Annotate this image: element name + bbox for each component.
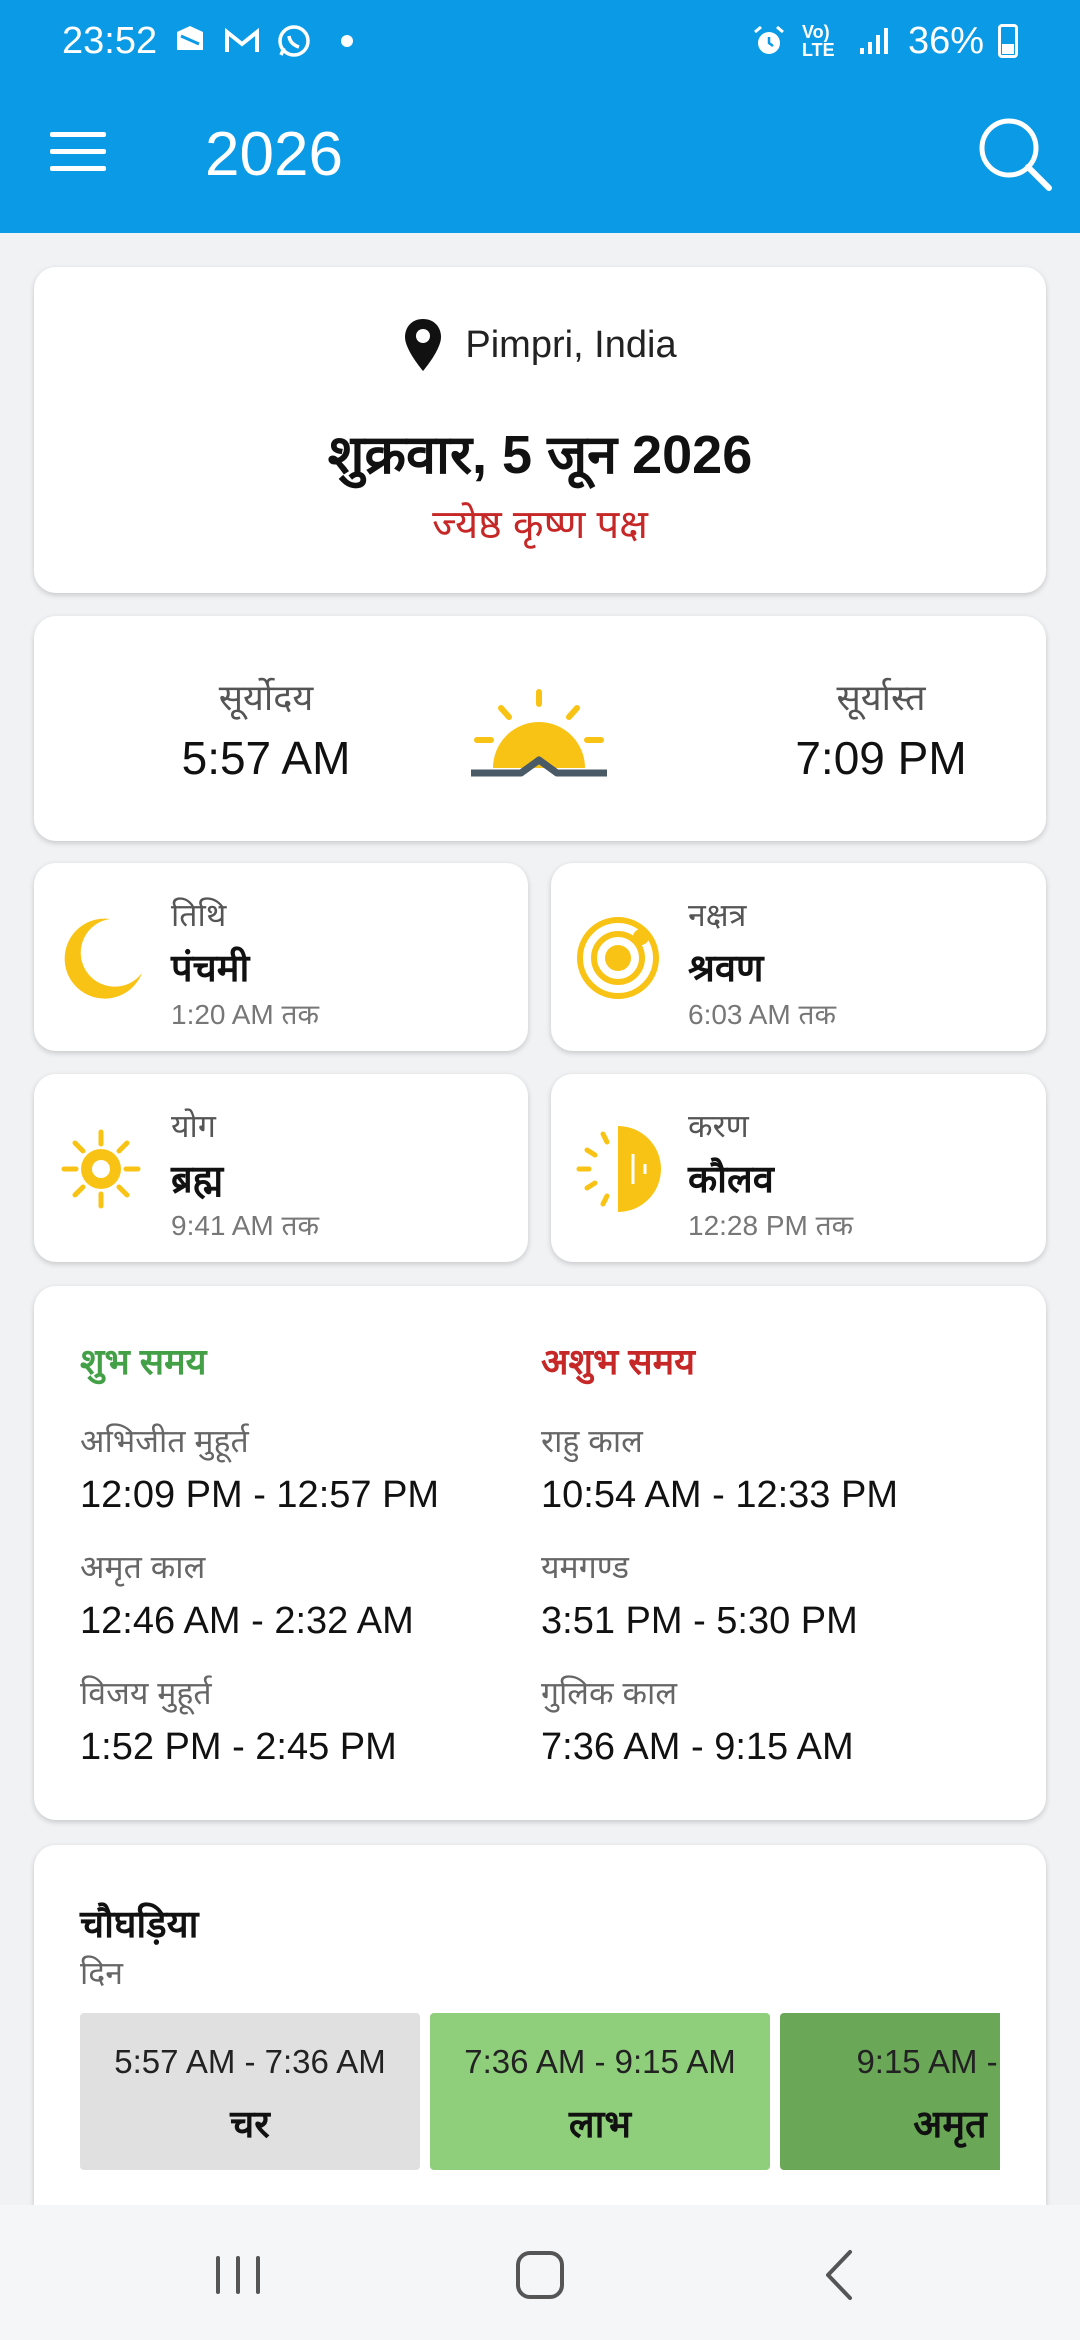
ashubh-item: राहु काल 10:54 AM - 12:33 PM [541, 1419, 981, 1517]
status-time: 23:52 [62, 19, 158, 62]
sunset-block: सूर्यास्त 7:09 PM [731, 672, 1031, 785]
ashubh-title: अशुभ समय [541, 1341, 696, 1382]
status-bar: 23:52 Vo) LTE 36% [0, 0, 1080, 82]
choghadiya-slot[interactable]: 9:15 AM - 10 अमृत [780, 2013, 1000, 2170]
app-title: 2026 [205, 120, 343, 189]
shubh-item-label: अमृत काल [80, 1549, 206, 1585]
choghadiya-slot-name: लाभ [568, 2104, 632, 2146]
shubh-item-time: 1:52 PM - 2:45 PM [80, 1726, 397, 1768]
shubh-title: शुभ समय [80, 1341, 207, 1382]
gmail-icon [225, 27, 260, 52]
top-bar: 23:52 Vo) LTE 36% 2026 [0, 0, 1080, 233]
ashubh-item-time: 7:36 AM - 9:15 AM [541, 1726, 854, 1768]
sunset-label: सूर्यास्त [836, 677, 926, 718]
battery-icon [998, 24, 1018, 58]
nakshatra-until: 6:03 AM तक [688, 999, 836, 1030]
choghadiya-slot-name: अमृत [913, 2104, 987, 2146]
paksha-label: ज्येष्ठ कृष्ण पक्ष [432, 503, 648, 547]
choghadiya-subtitle: दिन [80, 1955, 124, 1991]
shubh-item: विजय मुहूर्त 1:52 PM - 2:45 PM [80, 1671, 520, 1769]
yoga-until: 9:41 AM तक [171, 1210, 319, 1241]
tithi-label: तिथि [171, 897, 227, 933]
back-icon[interactable] [800, 2240, 880, 2310]
menu-icon-bar [50, 166, 106, 171]
nakshatra-value: श्रवण [688, 948, 764, 990]
ashubh-item-time: 10:54 AM - 12:33 PM [541, 1474, 898, 1516]
battery-percent: 36% [907, 19, 984, 62]
choghadiya-slot-name: चर [230, 2104, 270, 2146]
karana-value: कौलव [688, 1159, 774, 1201]
tithi-until: 1:20 AM तक [171, 999, 319, 1030]
shubh-item: अमृत काल 12:46 AM - 2:32 AM [80, 1545, 520, 1643]
search-icon[interactable] [975, 114, 1055, 194]
nakshatra-label: नक्षत्र [688, 897, 747, 933]
shubh-item-label: अभिजीत मुहूर्त [80, 1423, 249, 1459]
home-icon[interactable] [500, 2240, 580, 2310]
choghadiya-slot-time: 9:15 AM - 10 [856, 2043, 1000, 2080]
sunrise-icon [471, 689, 607, 777]
karana-label: करण [688, 1108, 749, 1144]
choghadiya-slot-time: 7:36 AM - 9:15 AM [464, 2043, 736, 2080]
app-bar: 2026 [0, 82, 1080, 233]
location-row[interactable]: Pimpri, India [34, 317, 1046, 373]
choghadiya-title: चौघड़िया [80, 1904, 199, 1946]
location-pin-icon [405, 319, 442, 371]
menu-button[interactable] [50, 132, 106, 176]
menu-icon-bar [50, 149, 106, 154]
menu-icon-bar [50, 132, 106, 137]
yoga-card[interactable]: योग ब्रह्म 9:41 AM तक [34, 1074, 528, 1262]
ashubh-column: अशुभ समय राहु काल 10:54 AM - 12:33 PM यम… [541, 1336, 981, 1797]
karana-until: 12:28 PM तक [688, 1210, 854, 1241]
sunrise-block: सूर्योदय 5:57 AM [116, 672, 416, 785]
choghadiya-slot-time: 5:57 AM - 7:36 AM [114, 2043, 386, 2080]
shubh-item: अभिजीत मुहूर्त 12:09 PM - 12:57 PM [80, 1419, 520, 1517]
nakshatra-card[interactable]: नक्षत्र श्रवण 6:03 AM तक [551, 863, 1046, 1051]
ashubh-item-label: राहु काल [541, 1423, 643, 1459]
yoga-label: योग [171, 1108, 216, 1144]
recent-apps-icon[interactable] [198, 2240, 278, 2310]
ashubh-item: यमगण्ड 3:51 PM - 5:30 PM [541, 1545, 981, 1643]
choghadiya-slot[interactable]: 7:36 AM - 9:15 AM लाभ [430, 2013, 770, 2170]
selected-date: शुक्रवार, 5 जून 2026 [327, 425, 753, 485]
notification-app-icon [177, 26, 204, 50]
ashubh-item-label: गुलिक काल [541, 1675, 678, 1711]
location-name: Pimpri, India [465, 323, 677, 366]
half-sun-icon [576, 1126, 661, 1212]
ashubh-item-label: यमगण्ड [541, 1549, 630, 1585]
date-location-card[interactable]: Pimpri, India शुक्रवार, 5 जून 2026 ज्येष… [34, 267, 1046, 593]
tithi-value: पंचमी [171, 948, 250, 990]
moon-icon [64, 918, 142, 999]
more-notifications-dot [341, 35, 354, 47]
shubh-item-label: विजय मुहूर्त [80, 1675, 212, 1711]
sun-star-icon [61, 1129, 141, 1209]
tithi-card[interactable]: तिथि पंचमी 1:20 AM तक [34, 863, 528, 1051]
yoga-value: ब्रह्म [171, 1159, 224, 1201]
shubh-column: शुभ समय अभिजीत मुहूर्त 12:09 PM - 12:57 … [80, 1336, 520, 1797]
shubh-item-time: 12:46 AM - 2:32 AM [80, 1600, 414, 1642]
ashubh-item: गुलिक काल 7:36 AM - 9:15 AM [541, 1671, 981, 1769]
muhurat-times-card[interactable]: शुभ समय अभिजीत मुहूर्त 12:09 PM - 12:57 … [34, 1286, 1046, 1820]
whatsapp-icon [278, 25, 310, 57]
orbit-icon [577, 917, 659, 999]
sunrise-time: 5:57 AM [181, 732, 351, 784]
choghadiya-slots-scroller[interactable]: 5:57 AM - 7:36 AM चर 7:36 AM - 9:15 AM ल… [80, 2013, 1000, 2173]
sunset-time: 7:09 PM [795, 732, 967, 784]
network-type-label: Vo) LTE [801, 22, 835, 60]
signal-icon [859, 28, 888, 54]
system-navigation-bar [0, 2205, 1080, 2340]
shubh-item-time: 12:09 PM - 12:57 PM [80, 1474, 440, 1516]
ashubh-item-time: 3:51 PM - 5:30 PM [541, 1600, 858, 1642]
choghadiya-slot[interactable]: 5:57 AM - 7:36 AM चर [80, 2013, 420, 2170]
alarm-icon [753, 25, 784, 54]
sunrise-label: सूर्योदय [218, 677, 314, 718]
karana-card[interactable]: करण कौलव 12:28 PM तक [551, 1074, 1046, 1262]
sunrise-sunset-card: सूर्योदय 5:57 AM सूर्यास्त 7:09 PM [34, 616, 1046, 841]
